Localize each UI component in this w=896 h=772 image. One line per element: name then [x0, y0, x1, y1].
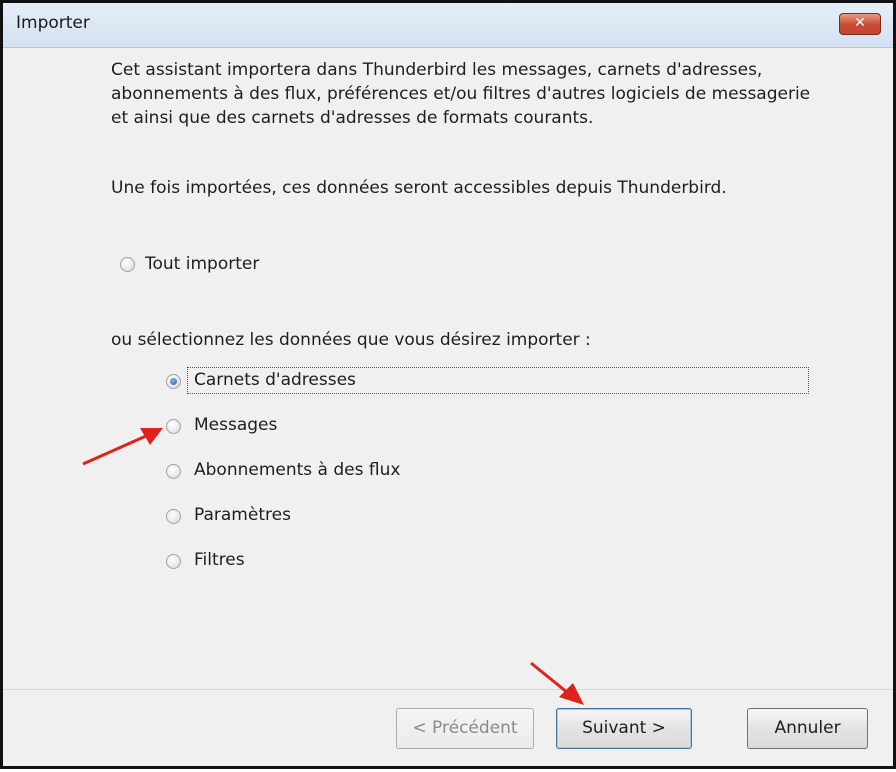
annotation-arrows	[82, 428, 584, 705]
import-dialog: Importer ✕ Cet assistant importera dans …	[0, 0, 896, 769]
annotation-arrow-icon	[82, 428, 163, 466]
annotation-arrow-icon	[530, 661, 584, 705]
